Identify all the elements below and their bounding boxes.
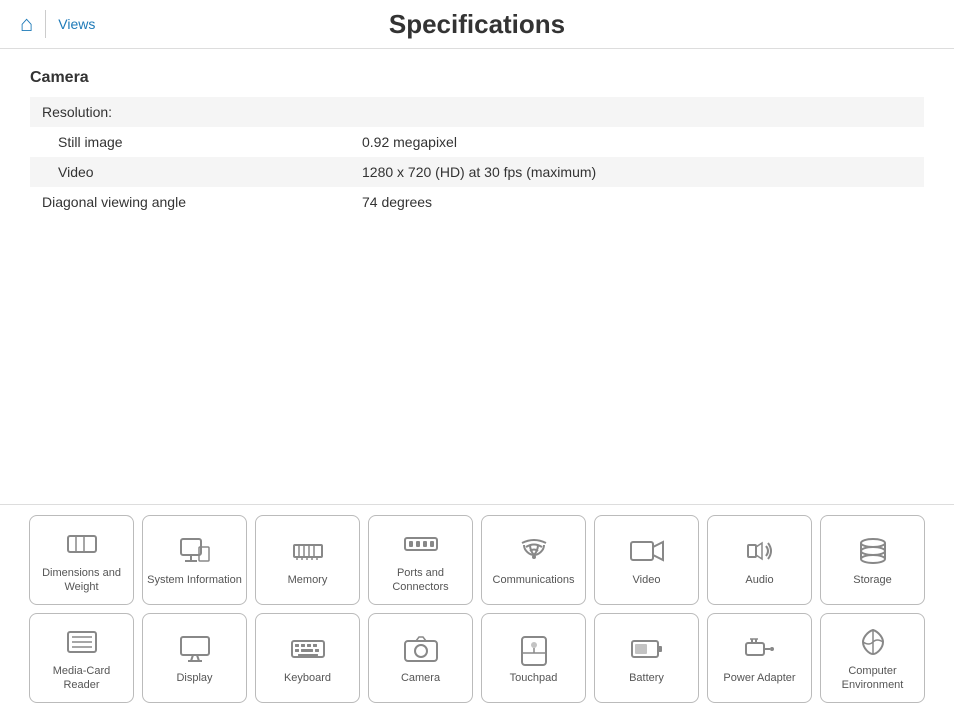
spec-row-label-0: Resolution: bbox=[30, 97, 924, 127]
spec-value-1: 0.92 megapixel bbox=[350, 127, 924, 157]
nav-label-keyboard: Keyboard bbox=[284, 671, 331, 685]
header-divider bbox=[45, 10, 46, 38]
nav-label-audio: Audio bbox=[745, 573, 773, 587]
spec-label-1: Still image bbox=[30, 127, 350, 157]
video-icon bbox=[629, 533, 665, 569]
header-left: ⌂ Views bbox=[20, 10, 95, 38]
nav-label-communications: Communications bbox=[493, 573, 575, 587]
nav-item-media-card-reader[interactable]: Media-Card Reader bbox=[29, 613, 134, 703]
nav-item-computer-environment[interactable]: Computer Environment bbox=[820, 613, 925, 703]
computer-environment-icon bbox=[855, 624, 891, 660]
spec-value-3: 74 degrees bbox=[350, 187, 924, 217]
nav-label-display: Display bbox=[176, 671, 212, 685]
communications-icon bbox=[516, 533, 552, 569]
home-icon[interactable]: ⌂ bbox=[20, 11, 33, 37]
nav-row-1: Dimensions and Weight System Information M… bbox=[15, 515, 939, 605]
nav-item-communications[interactable]: Communications bbox=[481, 515, 586, 605]
main-content: Camera Resolution:Still image0.92 megapi… bbox=[0, 49, 954, 237]
nav-label-dimensions-weight: Dimensions and Weight bbox=[34, 566, 129, 595]
bottom-nav: Dimensions and Weight System Information M… bbox=[0, 504, 954, 721]
ports-connectors-icon bbox=[403, 526, 439, 562]
app-header: ⌂ Views Specifications bbox=[0, 0, 954, 49]
nav-item-system-information[interactable]: System Information bbox=[142, 515, 247, 605]
power-adapter-icon bbox=[742, 631, 778, 667]
nav-item-display[interactable]: Display bbox=[142, 613, 247, 703]
keyboard-icon bbox=[290, 631, 326, 667]
section-title: Camera bbox=[30, 69, 924, 87]
nav-label-touchpad: Touchpad bbox=[510, 671, 558, 685]
system-information-icon bbox=[177, 533, 213, 569]
nav-item-battery[interactable]: Battery bbox=[594, 613, 699, 703]
nav-label-battery: Battery bbox=[629, 671, 664, 685]
nav-item-camera[interactable]: Camera bbox=[368, 613, 473, 703]
nav-item-audio[interactable]: Audio bbox=[707, 515, 812, 605]
nav-label-system-information: System Information bbox=[147, 573, 242, 587]
spec-label-3: Diagonal viewing angle bbox=[30, 187, 350, 217]
battery-icon bbox=[629, 631, 665, 667]
nav-item-power-adapter[interactable]: Power Adapter bbox=[707, 613, 812, 703]
nav-label-media-card-reader: Media-Card Reader bbox=[34, 664, 129, 693]
camera-icon bbox=[403, 631, 439, 667]
audio-icon bbox=[742, 533, 778, 569]
spec-value-2: 1280 x 720 (HD) at 30 fps (maximum) bbox=[350, 157, 924, 187]
spec-table: Resolution:Still image0.92 megapixelVide… bbox=[30, 97, 924, 217]
nav-label-computer-environment: Computer Environment bbox=[825, 664, 920, 693]
nav-label-memory: Memory bbox=[288, 573, 328, 587]
nav-label-video: Video bbox=[633, 573, 661, 587]
nav-item-storage[interactable]: Storage bbox=[820, 515, 925, 605]
display-icon bbox=[177, 631, 213, 667]
nav-row-2: Media-Card Reader Display Keyboard Camera To… bbox=[15, 613, 939, 703]
media-card-reader-icon bbox=[64, 624, 100, 660]
nav-label-camera: Camera bbox=[401, 671, 440, 685]
dimensions-weight-icon bbox=[64, 526, 100, 562]
nav-item-ports-connectors[interactable]: Ports and Connectors bbox=[368, 515, 473, 605]
nav-item-video[interactable]: Video bbox=[594, 515, 699, 605]
storage-icon bbox=[855, 533, 891, 569]
memory-icon bbox=[290, 533, 326, 569]
page-title: Specifications bbox=[389, 9, 565, 40]
touchpad-icon bbox=[516, 631, 552, 667]
nav-label-power-adapter: Power Adapter bbox=[723, 671, 795, 685]
nav-label-storage: Storage bbox=[853, 573, 892, 587]
nav-item-dimensions-weight[interactable]: Dimensions and Weight bbox=[29, 515, 134, 605]
spec-label-2: Video bbox=[30, 157, 350, 187]
nav-item-memory[interactable]: Memory bbox=[255, 515, 360, 605]
nav-label-ports-connectors: Ports and Connectors bbox=[373, 566, 468, 595]
nav-item-touchpad[interactable]: Touchpad bbox=[481, 613, 586, 703]
nav-item-keyboard[interactable]: Keyboard bbox=[255, 613, 360, 703]
views-link[interactable]: Views bbox=[58, 16, 95, 32]
